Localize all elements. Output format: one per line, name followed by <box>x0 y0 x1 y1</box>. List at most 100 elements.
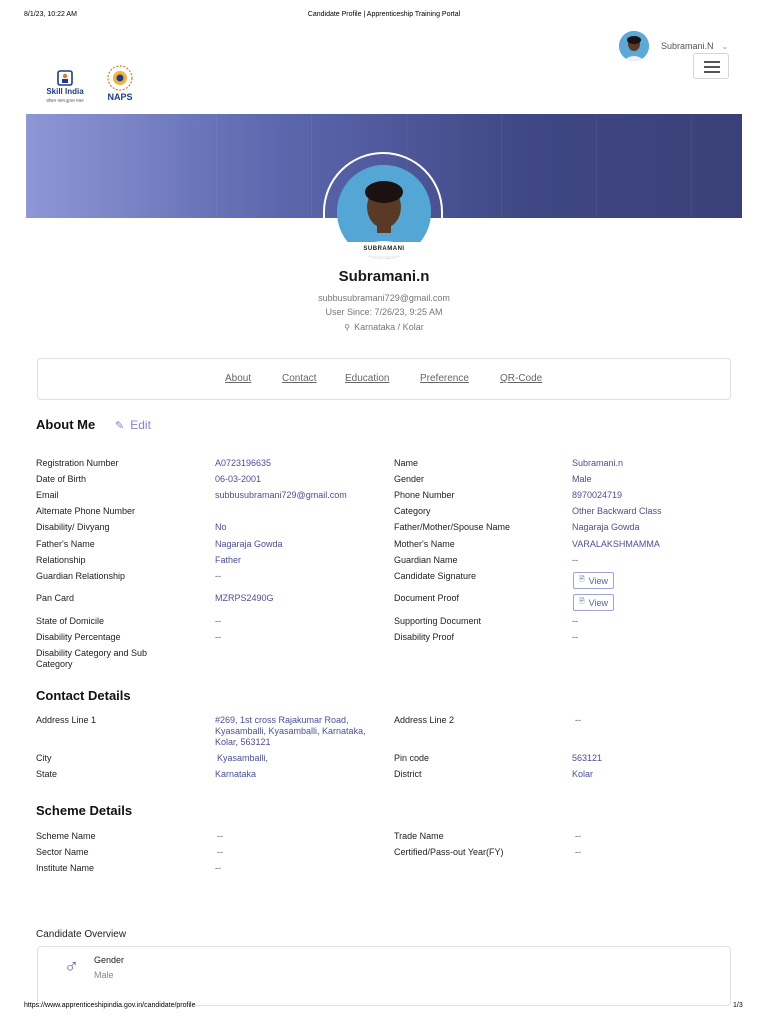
field-label: Address Line 2 <box>394 715 455 725</box>
field-label: Pin code <box>394 753 430 763</box>
tab-preference[interactable]: Preference <box>420 373 469 384</box>
view-document-proof-button[interactable]: 🗎 View <box>573 594 614 611</box>
field-label: Date of Birth <box>36 474 87 484</box>
mothers-name: VARALAKSHMAMMA <box>572 539 660 549</box>
tab-contact[interactable]: Contact <box>282 373 316 384</box>
skill-india-tagline: कौशल भारत-कुशल भारत <box>46 98 84 103</box>
profile-photo-caption: SUBRAMANI <box>337 242 431 256</box>
field-label: Trade Name <box>394 831 444 841</box>
address-line-1: #269, 1st cross Rajakumar Road, Kyasamba… <box>215 715 366 747</box>
scheme-name: -- <box>217 831 223 841</box>
field-label: Gender <box>394 474 425 484</box>
name-value: Subramani.n <box>572 458 624 468</box>
print-page-title: Candidate Profile | Apprenticeship Train… <box>307 11 461 18</box>
view-signature-button[interactable]: 🗎 View <box>573 572 614 589</box>
skill-india-logo[interactable]: Skill India कौशल भारत-कुशल भारत <box>42 70 88 108</box>
edit-icon: ✎ <box>115 419 125 432</box>
field-label: Alternate Phone Number <box>36 506 136 516</box>
institute-name: -- <box>215 863 221 873</box>
field-label: Email <box>36 490 59 500</box>
field-label: Disability Proof <box>394 632 455 642</box>
field-label: Father/Mother/Spouse Name <box>394 522 511 532</box>
disability-proof: -- <box>572 632 578 642</box>
gender-value: Male <box>572 474 592 484</box>
about-section-title: About Me <box>36 417 96 432</box>
document-icon: 🗎 <box>579 576 585 583</box>
category-value: Other Backward Class <box>572 506 662 516</box>
field-label: Relationship <box>36 555 86 565</box>
field-label: Father's Name <box>36 539 95 549</box>
date-of-birth: 06-03-2001 <box>215 474 262 484</box>
tab-qr-code[interactable]: QR-Code <box>500 373 542 384</box>
field-label: Category <box>394 506 431 516</box>
pin-code: 563121 <box>572 753 603 763</box>
hamburger-icon <box>704 61 720 63</box>
field-label: Registration Number <box>36 458 119 468</box>
field-label: Name <box>394 458 419 468</box>
tab-education[interactable]: Education <box>345 373 389 384</box>
print-page-number: 1/3 <box>733 1002 743 1009</box>
field-label: Candidate Signature <box>394 571 477 581</box>
parent-spouse-name: Nagaraja Gowda <box>572 522 640 532</box>
overview-gender-label: Gender <box>94 955 125 965</box>
chevron-down-icon: ⌄ <box>721 41 729 51</box>
district-value: Kolar <box>572 769 594 779</box>
field-label: Disability Percentage <box>36 632 121 642</box>
field-label: Guardian Name <box>394 555 458 565</box>
city-value: Kyasamballi, <box>217 753 269 763</box>
naps-emblem-icon <box>107 65 133 91</box>
field-label: City <box>36 753 52 763</box>
edit-button[interactable]: ✎ Edit <box>115 418 151 432</box>
state-of-domicile: -- <box>215 616 221 626</box>
naps-logo[interactable]: NAPS <box>98 64 142 108</box>
fathers-name: Nagaraja Gowda <box>215 539 283 549</box>
naps-text: NAPS <box>107 92 133 102</box>
address-line-2: -- <box>575 715 581 725</box>
trade-name: -- <box>575 831 581 841</box>
field-label: Sector Name <box>36 847 89 857</box>
overview-card <box>37 946 731 1006</box>
field-label: Document Proof <box>394 593 460 603</box>
pan-card: MZRPS2490G <box>215 593 274 603</box>
field-label: Pan Card <box>36 593 75 603</box>
document-icon: 🗎 <box>579 598 585 605</box>
field-label: Disability/ Divyang <box>36 522 110 532</box>
candidate-name: Subramani.n <box>338 268 430 285</box>
state-value: Karnataka <box>215 769 257 779</box>
relationship: Father <box>215 555 242 565</box>
field-label: State of Domicile <box>36 616 105 626</box>
certified-year: -- <box>575 847 581 857</box>
user-since: User Since: 7/26/23, 9:25 AM <box>325 307 443 317</box>
candidate-email: subbusubramani729@gmail.com <box>318 293 450 303</box>
supporting-document: -- <box>572 616 578 626</box>
contact-section-title: Contact Details <box>36 688 131 703</box>
registration-number: A0723196635 <box>215 458 272 468</box>
phone-number: 8970024719 <box>572 490 623 500</box>
field-label: District <box>394 769 422 779</box>
male-gender-icon: ♂ <box>64 956 79 978</box>
scheme-section-title: Scheme Details <box>36 803 133 818</box>
candidate-location: ⚲ Karnataka / Kolar <box>344 322 424 332</box>
menu-toggle-button[interactable] <box>693 53 729 79</box>
field-label: Certified/Pass-out Year(FY) <box>394 847 504 857</box>
guardian-relationship: -- <box>215 571 221 581</box>
overview-title: Candidate Overview <box>36 929 127 940</box>
field-label: Guardian Relationship <box>36 571 126 581</box>
sector-name: -- <box>217 847 223 857</box>
disability-value: No <box>215 522 227 532</box>
guardian-name: -- <box>572 555 578 565</box>
field-label: Institute Name <box>36 863 95 873</box>
overview-gender-value: Male <box>94 970 114 980</box>
user-name: Subramani.N <box>661 41 714 51</box>
field-label: Scheme Name <box>36 831 96 841</box>
field-label: Mother's Name <box>394 539 455 549</box>
skill-india-text: Skill India <box>46 87 84 96</box>
field-label: State <box>36 769 58 779</box>
field-label: Disability Category and Sub Category <box>36 648 148 669</box>
disability-percentage: -- <box>215 632 221 642</box>
user-avatar <box>619 31 649 61</box>
field-label: Supporting Document <box>394 616 482 626</box>
email-value: subbusubramani729@gmail.com <box>215 490 347 500</box>
tab-about[interactable]: About <box>225 373 251 384</box>
field-label: Phone Number <box>394 490 455 500</box>
